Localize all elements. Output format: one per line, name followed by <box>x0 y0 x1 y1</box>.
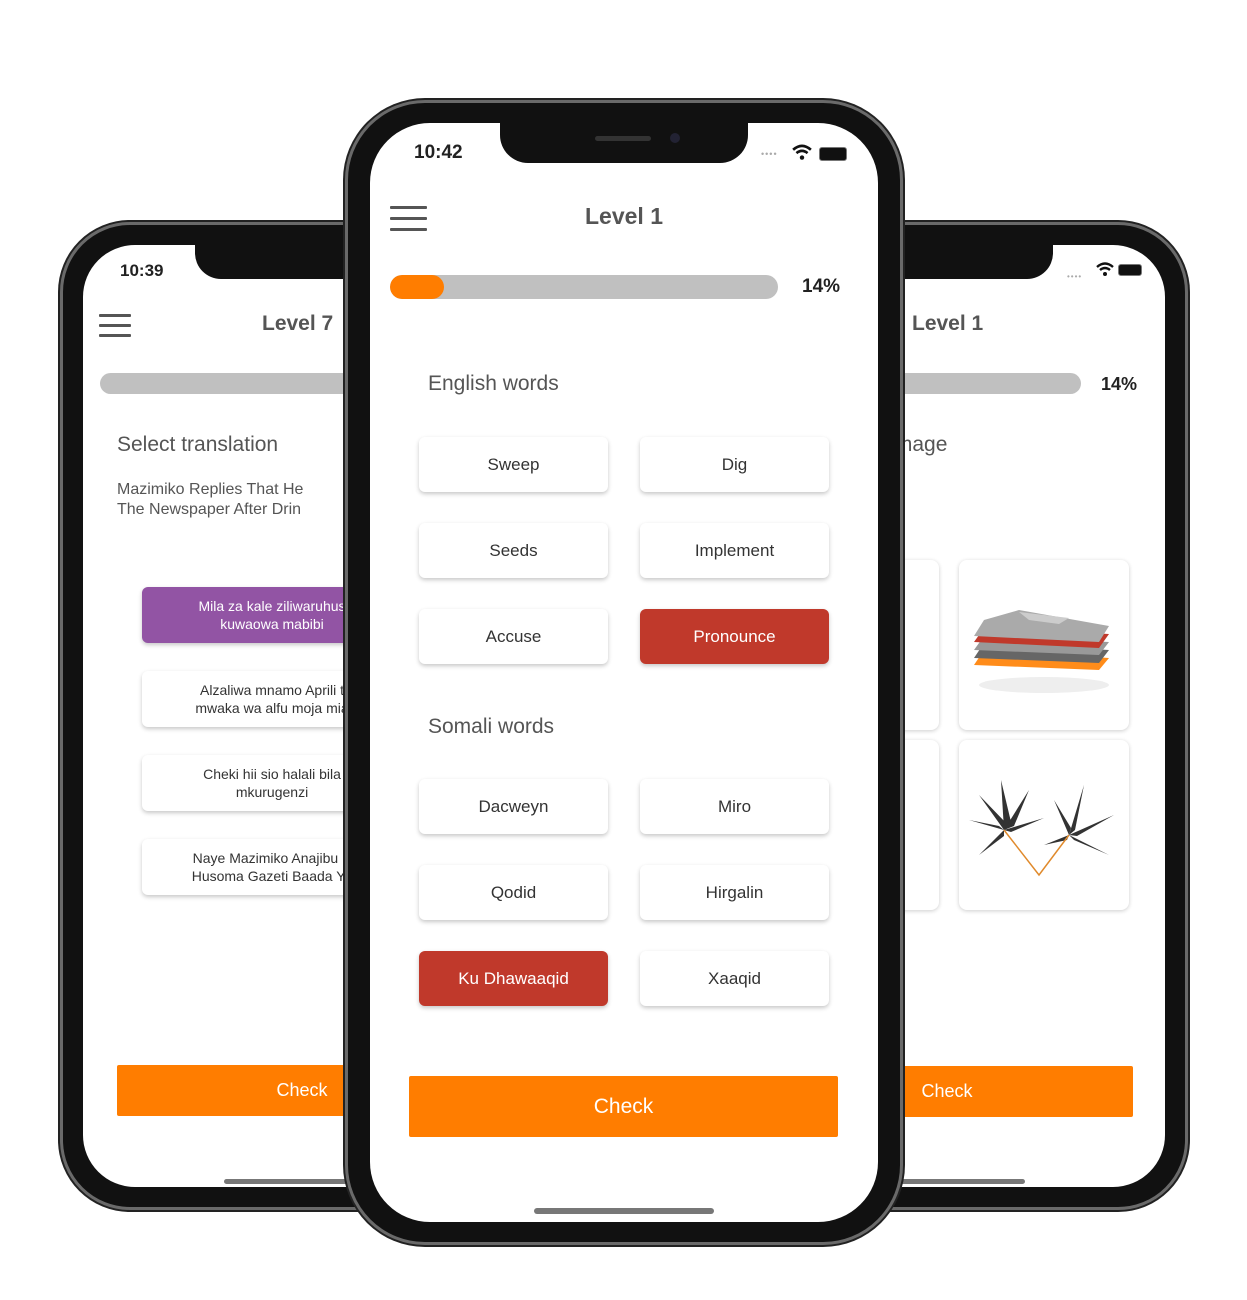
image-option[interactable] <box>959 560 1129 730</box>
option-text: Mila za kale ziliwaruhus <box>198 598 346 614</box>
word-button[interactable]: Miro <box>640 779 829 834</box>
signal-icon: •••• <box>1067 272 1083 281</box>
sentence: Mazimiko Replies That He The Newspaper A… <box>117 480 303 520</box>
word-button[interactable]: Sweep <box>419 437 608 492</box>
progress-bar <box>390 275 778 299</box>
notch <box>500 123 748 163</box>
word-button[interactable]: Seeds <box>419 523 608 578</box>
word-button[interactable]: Dacweyn <box>419 779 608 834</box>
word-button[interactable]: Dig <box>640 437 829 492</box>
option-text: Alzaliwa mnamo Aprili t <box>200 682 344 698</box>
option-text: Naye Mazimiko Anajibu K <box>192 850 352 866</box>
menu-icon[interactable] <box>99 314 131 337</box>
progress-percent: 14% <box>1101 374 1138 394</box>
word-button[interactable]: Hirgalin <box>640 865 829 920</box>
clothes-stack-image <box>974 610 1109 693</box>
option-text: kuwaowa mabibi <box>220 616 324 632</box>
english-words-heading: English words <box>428 372 559 395</box>
word-button[interactable]: Implement <box>640 523 829 578</box>
progress-percent: 14% <box>802 276 841 297</box>
leaves-image <box>969 780 1114 877</box>
prompt-heading: Select translation <box>117 433 279 456</box>
image-option[interactable] <box>959 740 1129 910</box>
somali-words-heading: Somali words <box>428 715 555 738</box>
signal-icon: •••• <box>761 149 778 159</box>
option-text: Husoma Gazeti Baada Ya <box>191 868 353 884</box>
sentence-line: The Newspaper After Drin <box>117 501 302 518</box>
center-phone: 10:42 •••• Level 1 14% English words Swe… <box>345 100 903 1245</box>
option-text: Cheki hii sio halali bila <box>203 766 341 782</box>
progress-fill <box>390 275 445 299</box>
word-button[interactable]: Pronounce <box>640 609 829 664</box>
home-indicator <box>534 1208 714 1214</box>
wifi-icon <box>1096 262 1114 276</box>
word-button[interactable]: Ku Dhawaaqid <box>419 951 608 1006</box>
word-button[interactable]: Accuse <box>419 609 608 664</box>
wifi-icon <box>792 144 812 160</box>
level-title: Level 7 <box>262 312 334 335</box>
battery-icon <box>1118 264 1142 276</box>
center-screen: 10:42 •••• Level 1 14% English words Swe… <box>370 123 878 1222</box>
sentence-line: Mazimiko Replies That He <box>117 481 304 498</box>
word-button[interactable]: Xaaqid <box>640 951 829 1006</box>
word-button[interactable]: Qodid <box>419 865 608 920</box>
status-time: 10:42 <box>414 142 463 163</box>
check-button[interactable]: Check <box>409 1076 838 1137</box>
status-time: 10:39 <box>120 261 164 280</box>
level-title: Level 1 <box>585 203 663 229</box>
option-text: mwaka wa alfu moja mia <box>195 700 349 716</box>
option-text: mkurugenzi <box>235 784 309 800</box>
level-title: Level 1 <box>912 312 984 335</box>
battery-icon <box>819 147 847 161</box>
